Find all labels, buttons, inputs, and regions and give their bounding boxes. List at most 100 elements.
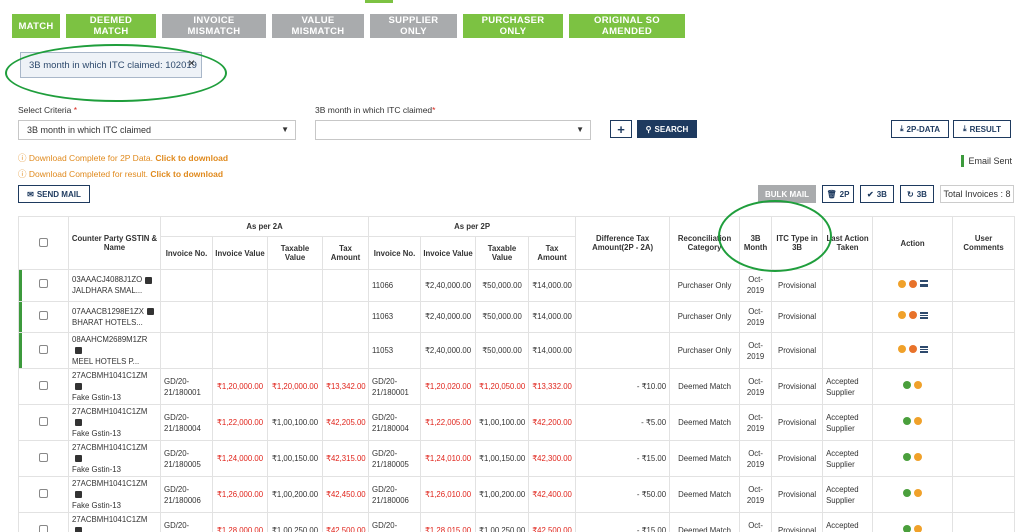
row-checkbox[interactable]: [39, 279, 48, 289]
col-2p-invoice-value: Invoice Value: [420, 236, 477, 270]
2a-tax-amount-cell: ₹42,450.00: [321, 476, 370, 513]
delete-2p-button[interactable]: 🗑 2P: [822, 185, 854, 203]
check-circle-icon[interactable]: [914, 489, 923, 497]
row-select-cell: [18, 476, 69, 513]
row-select-cell: [18, 300, 69, 333]
comments-cell[interactable]: [952, 440, 1016, 477]
cancel-circle-icon[interactable]: [908, 311, 917, 320]
tab-supplier-only[interactable]: SUPPLIER ONLY: [370, 14, 457, 38]
table-row[interactable]: 07AAACB1298E1ZX BHARAT HOTELS... 11063 ₹2,4…: [18, 300, 1016, 333]
comments-cell[interactable]: [952, 512, 1016, 532]
row-checkbox[interactable]: [39, 452, 48, 462]
comments-cell[interactable]: [952, 368, 1016, 405]
comments-cell[interactable]: [952, 332, 1016, 369]
check-circle-icon[interactable]: [903, 381, 912, 389]
tab-invoice-mismatch[interactable]: INVOICE MISMATCH: [162, 14, 266, 38]
row-checkbox[interactable]: [39, 310, 48, 320]
external-link-icon[interactable]: [75, 347, 82, 355]
month-select[interactable]: ▼: [315, 120, 591, 140]
external-link-icon[interactable]: [146, 308, 154, 316]
comments-cell[interactable]: [952, 476, 1016, 513]
comments-cell[interactable]: [952, 300, 1016, 333]
tab-original-so-amended[interactable]: ORIGINAL SO AMENDED: [569, 14, 685, 38]
row-select-cell: [18, 512, 69, 532]
tab-purchaser-only[interactable]: PURCHASER ONLY: [463, 14, 563, 38]
2a-invoice-value-cell: ₹1,22,000.00: [212, 404, 268, 441]
check-circle-icon[interactable]: [914, 525, 923, 532]
check-circle-icon[interactable]: [897, 345, 906, 353]
download-2p-data-button[interactable]: ⤓ 2P-DATA: [891, 120, 949, 138]
check-circle-icon[interactable]: [903, 417, 912, 425]
table-row[interactable]: 08AAHCM2689M1ZR MEEL HOTELS P... 11053 ₹2,4…: [18, 332, 1016, 369]
select-all-checkbox[interactable]: [39, 237, 48, 247]
check-circle-icon[interactable]: [903, 489, 912, 497]
search-button[interactable]: ⚲ SEARCH: [637, 120, 697, 138]
send-mail-button[interactable]: ✉ SEND MAIL: [18, 185, 90, 203]
criteria-select[interactable]: 3B month in which ITC claimed ▼: [18, 120, 296, 140]
tab-match[interactable]: MATCH: [12, 14, 60, 38]
table-row[interactable]: 27ACBMH1041C1ZMFake Gstin-13GD/20-21/180…: [18, 512, 1016, 532]
add-button[interactable]: +: [610, 120, 632, 138]
table-row[interactable]: 27ACBMH1041C1ZMFake Gstin-13GD/20-21/180…: [18, 476, 1016, 513]
row-checkbox[interactable]: [39, 488, 48, 498]
difference-cell: - ₹5.00: [575, 404, 671, 441]
list-icon[interactable]: [919, 280, 928, 288]
external-link-icon[interactable]: [75, 419, 82, 427]
comments-cell[interactable]: [952, 269, 1016, 302]
last-action-cell: Accepted Supplier: [822, 512, 874, 532]
cancel-circle-icon[interactable]: [908, 345, 917, 353]
2a-invoice-value-cell: ₹1,28,000.00: [212, 512, 268, 532]
refresh-3b-button[interactable]: ↻ 3B: [900, 185, 934, 203]
gstin-cell: 27ACBMH1041C1ZM Fake Gstin-13: [68, 404, 161, 441]
check-circle-icon[interactable]: [914, 417, 923, 425]
row-checkbox[interactable]: [39, 380, 48, 390]
check-circle-icon[interactable]: [897, 279, 906, 288]
row-checkbox[interactable]: [39, 416, 48, 426]
check-circle-icon[interactable]: [914, 381, 923, 389]
check-3b-button[interactable]: ✔ 3B: [860, 185, 894, 203]
category-cell: Purchaser Only: [669, 332, 741, 369]
2p-invoice-no-cell: GD/20-21/180007: [368, 512, 422, 532]
2a-taxable-cell: [267, 269, 323, 302]
gstin-cell: 27ACBMH1041C1ZM Fake Gstin-13: [68, 440, 161, 477]
table-row[interactable]: 27ACBMH1041C1ZMFake Gstin-13GD/20-21/180…: [18, 404, 1016, 441]
envelope-icon: ✉: [27, 189, 34, 199]
external-link-icon[interactable]: [75, 491, 82, 499]
check-circle-icon[interactable]: [914, 453, 923, 461]
download-result-button[interactable]: ⤓ RESULT: [953, 120, 1011, 138]
itc-type-cell: Provisional: [771, 269, 824, 302]
table-row[interactable]: 27ACBMH1041C1ZMFake Gstin-13GD/20-21/180…: [18, 368, 1016, 405]
2p-invoice-no-cell: GD/20-21/180001: [368, 368, 422, 405]
check-circle-icon[interactable]: [903, 453, 912, 461]
gstin-cell: 08AAHCM2689M1ZR MEEL HOTELS P...: [68, 332, 161, 369]
comments-cell[interactable]: [952, 404, 1016, 441]
tab-value-mismatch[interactable]: VALUE MISMATCH: [272, 14, 364, 38]
check-circle-icon[interactable]: [897, 311, 906, 320]
search-icon: ⚲: [645, 124, 652, 134]
external-link-icon[interactable]: [75, 383, 82, 391]
category-cell: Purchaser Only: [669, 300, 741, 333]
gstin-text: 27ACBMH1041C1ZM: [72, 407, 148, 416]
click-to-download-link[interactable]: Click to download: [155, 153, 228, 163]
table-row[interactable]: 27ACBMH1041C1ZMFake Gstin-13GD/20-21/180…: [18, 440, 1016, 477]
external-link-icon[interactable]: [75, 455, 82, 463]
2p-tax-amount-cell: ₹14,000.00: [528, 269, 577, 302]
row-checkbox[interactable]: [39, 524, 48, 532]
external-link-icon[interactable]: [145, 276, 153, 284]
table-row[interactable]: 03AAACJ4088J1ZO JALDHARA SMAL... 11066 ₹2,4…: [18, 269, 1016, 302]
2a-invoice-no-cell: GD/20-21/180006: [160, 476, 213, 513]
external-link-icon[interactable]: [75, 527, 82, 532]
month-cell: Oct-2019: [739, 368, 773, 405]
bulk-mail-button[interactable]: BULK MAIL: [758, 185, 816, 203]
list-icon[interactable]: [919, 311, 928, 319]
row-select-cell: [18, 269, 69, 302]
2p-invoice-value-cell: ₹1,26,010.00: [420, 476, 477, 513]
close-icon[interactable]: ×: [188, 56, 195, 70]
click-to-download-link[interactable]: Click to download: [150, 169, 223, 179]
cancel-circle-icon[interactable]: [908, 279, 917, 288]
row-checkbox[interactable]: [39, 344, 48, 354]
tab-deemed-match[interactable]: DEEMED MATCH: [66, 14, 156, 38]
list-icon[interactable]: [919, 345, 928, 353]
2a-taxable-cell: [267, 332, 323, 369]
check-circle-icon[interactable]: [903, 525, 912, 532]
